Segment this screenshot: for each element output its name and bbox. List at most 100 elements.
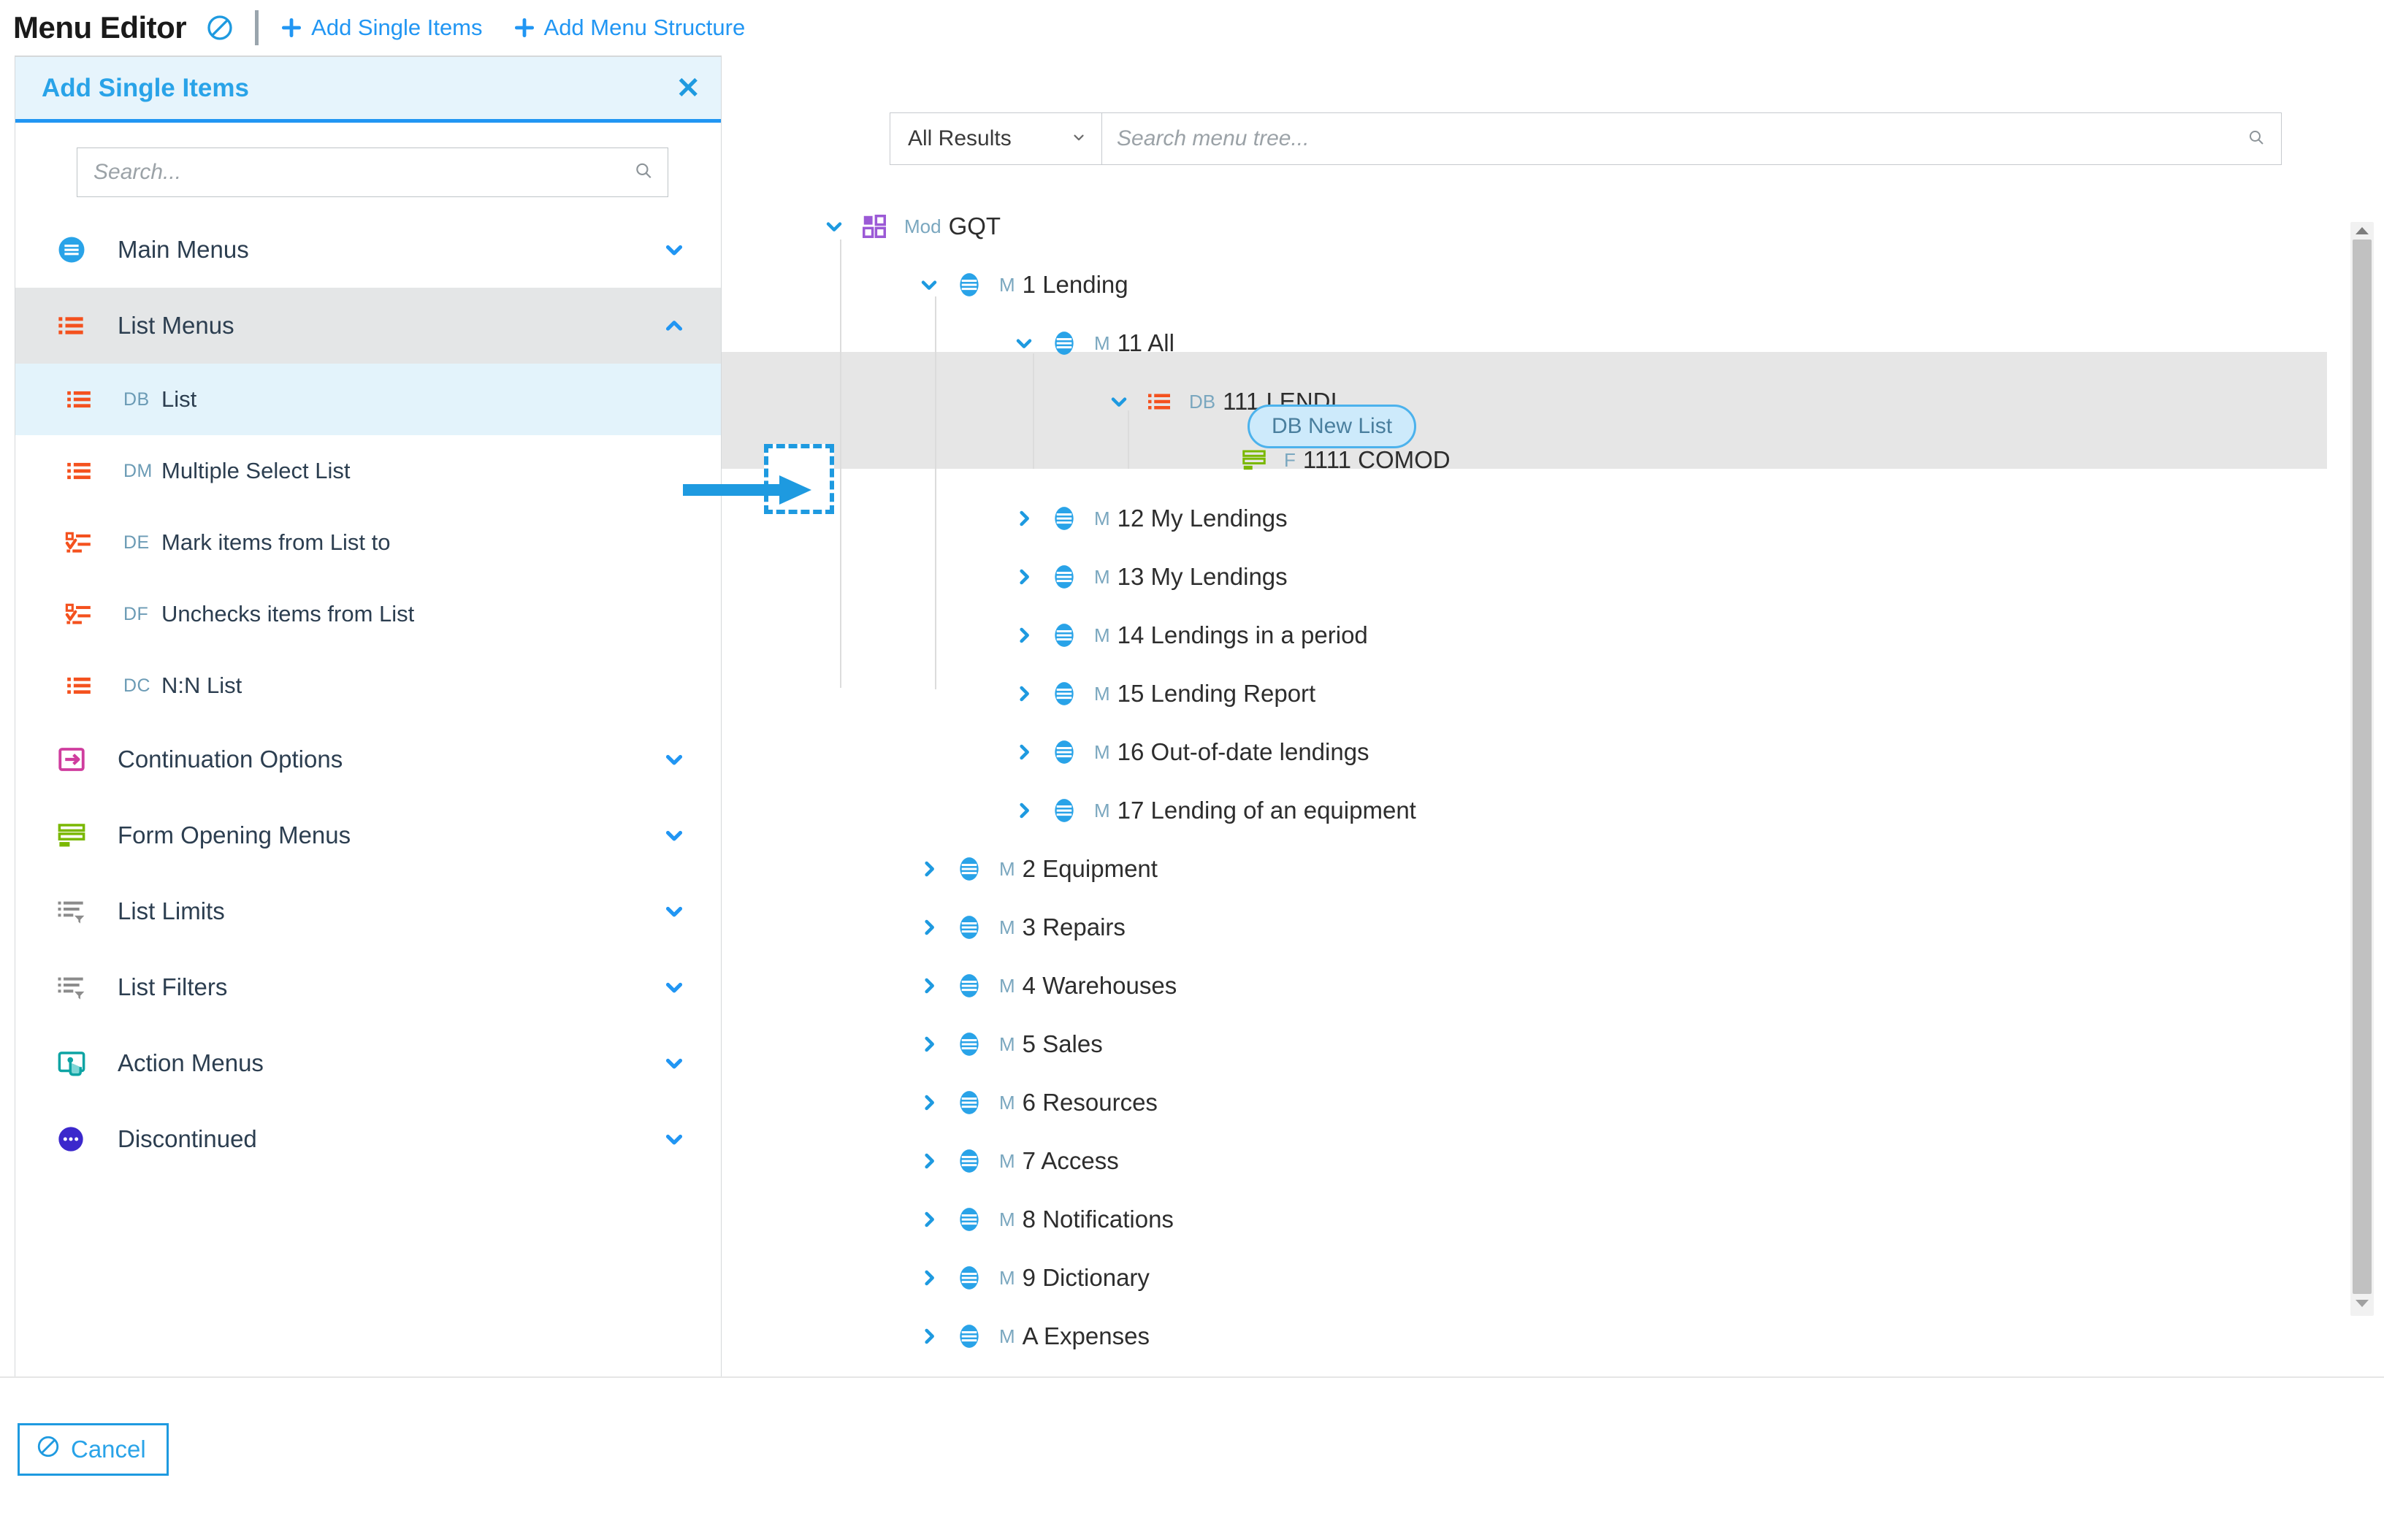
menu-circle-icon — [948, 271, 990, 299]
chevron-down-icon[interactable] — [660, 975, 689, 1000]
prohibition-icon[interactable] — [205, 13, 234, 42]
sidebar-category-discontinued[interactable]: Discontinued — [15, 1101, 721, 1177]
tree-search-box[interactable] — [1102, 113, 2281, 164]
sidebar-item-unchecks-items-from-list[interactable]: DF Unchecks items from List — [15, 578, 721, 650]
scroll-up-icon[interactable] — [2354, 226, 2370, 240]
sidebar-item-nn-list[interactable]: DC N:N List — [15, 650, 721, 721]
chevron-down-icon — [1071, 126, 1087, 151]
tree-scrollbar[interactable] — [2350, 222, 2374, 1316]
tree-node-16-out-of-date-lendings[interactable]: M 16 Out-of-date lendings — [722, 723, 2384, 781]
add-menu-structure-button[interactable]: Add Menu Structure — [512, 15, 745, 41]
tree-node-6-resources[interactable]: M 6 Resources — [722, 1073, 2384, 1132]
tree-node-a-expenses[interactable]: M A Expenses — [722, 1307, 2384, 1365]
top-toolbar: Menu Editor Add Single Items Add Menu St… — [0, 0, 2384, 55]
tree-node-14-lendings-in-a-period[interactable]: M 14 Lendings in a period — [722, 606, 2384, 664]
tree-node-111-lendi[interactable]: DB 111 LENDI — [722, 372, 2384, 431]
tree-node-1-lending[interactable]: M 1 Lending — [722, 256, 2384, 314]
sidebar-item-code: DB — [123, 388, 150, 410]
tree-node-9-dictionary[interactable]: M 9 Dictionary — [722, 1249, 2384, 1307]
tree-node-label: 15 Lending Report — [1117, 680, 1316, 707]
search-input[interactable] — [77, 148, 668, 196]
chevron-right-icon[interactable] — [910, 1325, 948, 1348]
chevron-right-icon[interactable] — [1005, 624, 1043, 647]
tree-node-code: M — [999, 1325, 1015, 1347]
sidebar-category-list-menus[interactable]: List Menus — [15, 288, 721, 364]
chevron-down-icon[interactable] — [910, 273, 948, 296]
tree-search-input[interactable] — [1102, 113, 2281, 164]
module-grid-icon — [853, 212, 895, 240]
tree-node-gqt[interactable]: Mod GQT — [722, 197, 2384, 256]
tree-node-12-my-lendings[interactable]: M 12 My Lendings — [722, 489, 2384, 548]
menu-circle-icon — [1043, 563, 1085, 591]
chevron-down-icon[interactable] — [815, 215, 853, 238]
chevron-right-icon[interactable] — [1005, 565, 1043, 589]
tree-node-5-sales[interactable]: M 5 Sales — [722, 1015, 2384, 1073]
chevron-down-icon[interactable] — [1100, 390, 1138, 413]
tree-node-15-lending-report[interactable]: M 15 Lending Report — [722, 664, 2384, 723]
cancel-button[interactable]: Cancel — [18, 1423, 169, 1476]
add-single-items-panel: Add Single Items ✕ Main Menus — [15, 55, 722, 1402]
click-action-icon — [56, 1048, 94, 1079]
list-filter-icon — [56, 897, 94, 926]
sidebar-category-form-opening-menus[interactable]: Form Opening Menus — [15, 797, 721, 873]
chevron-down-icon[interactable] — [660, 899, 689, 924]
chevron-right-icon[interactable] — [910, 857, 948, 881]
search-box[interactable] — [77, 148, 668, 197]
results-filter-select[interactable]: All Results — [890, 113, 1102, 164]
sidebar-item-label: Unchecks items from List — [161, 601, 415, 627]
sidebar-category-continuation-options[interactable]: Continuation Options — [15, 721, 721, 797]
chevron-down-icon[interactable] — [660, 1051, 689, 1076]
sidebar-category-main-menus[interactable]: Main Menus — [15, 212, 721, 288]
chevron-down-icon[interactable] — [660, 747, 689, 772]
tree-node-code: M — [999, 1266, 1015, 1289]
main-content: Add Single Items ✕ Main Menus — [0, 55, 2384, 1432]
chevron-right-icon[interactable] — [1005, 507, 1043, 530]
chevron-right-icon[interactable] — [910, 1033, 948, 1056]
chevron-right-icon[interactable] — [1005, 799, 1043, 822]
sidebar-item-multiple-select-list[interactable]: DM Multiple Select List — [15, 435, 721, 507]
scroll-down-icon[interactable] — [2354, 1298, 2370, 1312]
menu-tree-panel: All Results Search menu tree... Mod GQT … — [721, 55, 2384, 1402]
chevron-down-icon[interactable] — [1005, 332, 1043, 355]
chevron-right-icon[interactable] — [1005, 740, 1043, 764]
close-icon[interactable]: ✕ — [676, 74, 700, 103]
chevron-right-icon[interactable] — [910, 1266, 948, 1290]
menu-circle-icon — [948, 1030, 990, 1058]
add-single-items-button[interactable]: Add Single Items — [279, 15, 483, 41]
chevron-right-icon[interactable] — [1005, 682, 1043, 705]
chevron-down-icon[interactable] — [660, 237, 689, 262]
search-icon — [2247, 129, 2265, 150]
chevron-down-icon[interactable] — [660, 1127, 689, 1152]
tree-node-7-access[interactable]: M 7 Access — [722, 1132, 2384, 1190]
sidebar-item-mark-items-from-list[interactable]: DE Mark items from List to — [15, 507, 721, 578]
chevron-right-icon[interactable] — [910, 1091, 948, 1114]
chevron-right-icon[interactable] — [910, 1149, 948, 1173]
tree-node-4-warehouses[interactable]: M 4 Warehouses — [722, 957, 2384, 1015]
tree-node-3-repairs[interactable]: M 3 Repairs — [722, 898, 2384, 957]
cancel-label: Cancel — [71, 1436, 146, 1463]
chevron-down-icon[interactable] — [660, 823, 689, 848]
tree-node-17-lending-of-an-equipment[interactable]: M 17 Lending of an equipment — [722, 781, 2384, 840]
drag-direction-arrow — [683, 468, 822, 516]
tree-node-11-all[interactable]: M 11 All — [722, 314, 2384, 372]
chevron-right-icon[interactable] — [910, 974, 948, 997]
tree-node-8-notifications[interactable]: M 8 Notifications — [722, 1190, 2384, 1249]
tree-node-code: M — [1094, 740, 1110, 763]
chevron-right-icon[interactable] — [910, 1208, 948, 1231]
sidebar-item-list[interactable]: DB List — [15, 364, 721, 435]
tree-node-1111-comod[interactable]: F 1111 COMOD — [722, 431, 2384, 489]
chevron-up-icon[interactable] — [660, 313, 689, 338]
tree-node-code: M — [999, 1091, 1015, 1114]
tree-node-2-equipment[interactable]: M 2 Equipment — [722, 840, 2384, 898]
sidebar-category-action-menus[interactable]: Action Menus — [15, 1025, 721, 1101]
tree-node-13-my-lendings[interactable]: M 13 My Lendings — [722, 548, 2384, 606]
scrollbar-thumb[interactable] — [2353, 240, 2372, 1294]
chevron-right-icon[interactable] — [910, 916, 948, 939]
list-bullets-icon — [65, 386, 103, 413]
sidebar-category-list-limits[interactable]: List Limits — [15, 873, 721, 949]
panel-title: Add Single Items — [42, 73, 249, 102]
category-list: Main Menus List Menus DB List DM Multipl… — [15, 212, 721, 1402]
tree-node-label: 2 Equipment — [1022, 855, 1158, 882]
tree-node-label: A Expenses — [1022, 1322, 1150, 1349]
sidebar-category-list-filters[interactable]: List Filters — [15, 949, 721, 1025]
